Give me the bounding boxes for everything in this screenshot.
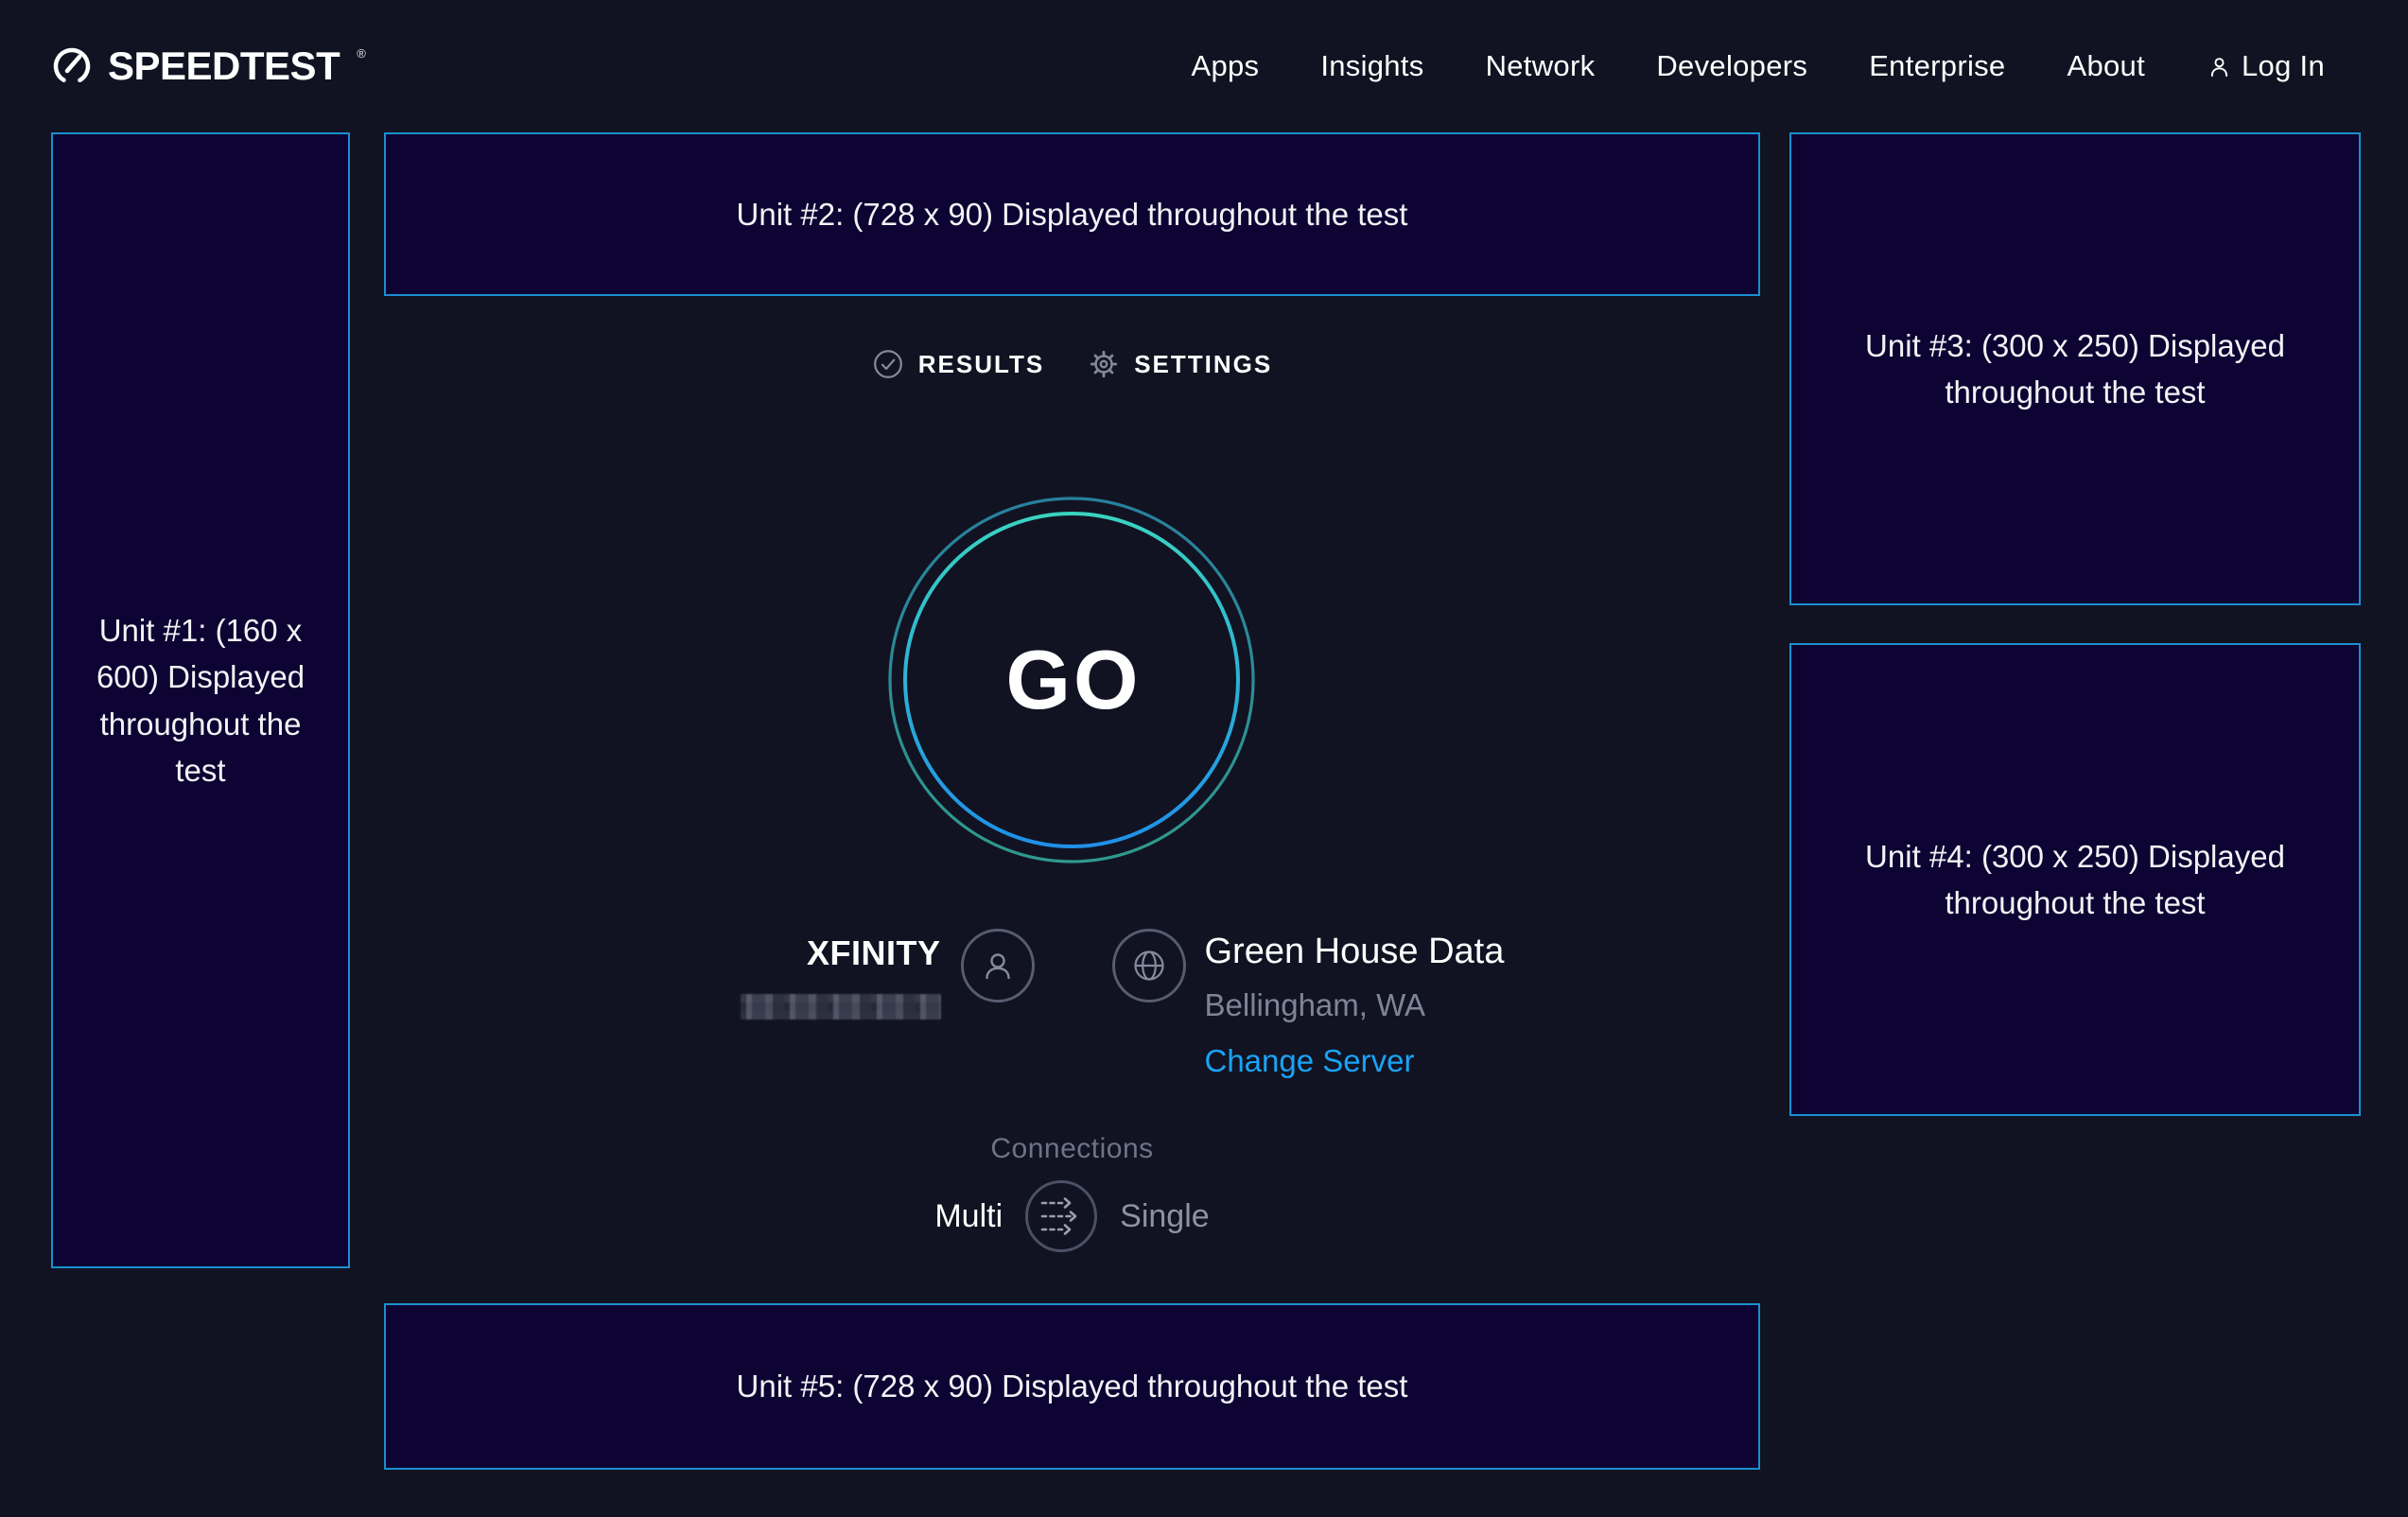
ad-text: Unit #3: (300 x 250) Displayed throughou… xyxy=(1810,323,2340,416)
redacted-ip xyxy=(741,994,941,1020)
tab-settings-label: SETTINGS xyxy=(1134,350,1272,379)
ad-text: Unit #4: (300 x 250) Displayed throughou… xyxy=(1810,833,2340,927)
connections-multi-option[interactable]: Multi xyxy=(934,1198,1003,1235)
nav-about[interactable]: About xyxy=(2067,49,2145,83)
isp-texts: XFINITY xyxy=(741,929,941,1079)
connections-single-option[interactable]: Single xyxy=(1120,1198,1210,1235)
user-icon xyxy=(2207,54,2232,79)
nav-enterprise[interactable]: Enterprise xyxy=(1869,49,2005,83)
isp-user-icon xyxy=(961,929,1035,1003)
top-nav: SPEEDTEST ® Apps Insights Network Develo… xyxy=(0,0,2408,132)
check-circle-icon xyxy=(872,348,904,380)
gear-icon xyxy=(1088,348,1120,380)
registered-mark: ® xyxy=(357,46,366,61)
tabs-row: RESULTS SETTINGS xyxy=(384,348,1760,380)
change-server-link[interactable]: Change Server xyxy=(1205,1043,1415,1079)
server-block: Green House Data Bellingham, WA Change S… xyxy=(1073,929,1761,1079)
speedtest-logo[interactable]: SPEEDTEST ® xyxy=(51,44,366,89)
tab-results[interactable]: RESULTS xyxy=(872,348,1044,380)
server-location: Bellingham, WA xyxy=(1205,987,1505,1023)
connection-info: XFINITY Green House Data Belling xyxy=(384,929,1760,1079)
nav-developers[interactable]: Developers xyxy=(1656,49,1807,83)
connections-label: Connections xyxy=(990,1133,1153,1165)
nav-apps[interactable]: Apps xyxy=(1191,49,1259,83)
ad-text: Unit #2: (728 x 90) Displayed throughout… xyxy=(737,191,1408,238)
nav-network[interactable]: Network xyxy=(1486,49,1596,83)
ad-text: Unit #1: (160 x 600) Displayed throughou… xyxy=(72,607,329,794)
nav-insights[interactable]: Insights xyxy=(1320,49,1423,83)
server-globe-icon xyxy=(1112,929,1186,1003)
ad-unit-3[interactable]: Unit #3: (300 x 250) Displayed throughou… xyxy=(1789,132,2361,605)
isp-block: XFINITY xyxy=(384,929,1073,1079)
ad-unit-4[interactable]: Unit #4: (300 x 250) Displayed throughou… xyxy=(1789,643,2361,1116)
multi-connections-icon xyxy=(1039,1196,1083,1236)
nav-login[interactable]: Log In xyxy=(2207,49,2325,83)
go-button[interactable]: GO xyxy=(887,496,1256,864)
ad-unit-1[interactable]: Unit #1: (160 x 600) Displayed throughou… xyxy=(51,132,350,1268)
tab-settings[interactable]: SETTINGS xyxy=(1088,348,1272,380)
main-nav: Apps Insights Network Developers Enterpr… xyxy=(1191,49,2325,83)
server-texts: Green House Data Bellingham, WA Change S… xyxy=(1205,929,1505,1079)
isp-name: XFINITY xyxy=(741,933,941,973)
login-label: Log In xyxy=(2242,49,2325,83)
ad-unit-5[interactable]: Unit #5: (728 x 90) Displayed throughout… xyxy=(384,1303,1760,1470)
ad-text: Unit #5: (728 x 90) Displayed throughout… xyxy=(737,1363,1408,1410)
tab-results-label: RESULTS xyxy=(918,350,1044,379)
speedtest-app: SPEEDTEST ® Apps Insights Network Develo… xyxy=(0,0,2408,1517)
connections-toggle[interactable] xyxy=(1025,1180,1097,1252)
speedtest-gauge-icon xyxy=(51,45,93,87)
server-name: Green House Data xyxy=(1205,932,1505,972)
go-label: GO xyxy=(887,496,1256,864)
connections-section: Connections Multi Single xyxy=(384,1133,1760,1252)
logo-text: SPEEDTEST xyxy=(108,44,340,89)
connections-toggle-row: Multi Single xyxy=(934,1180,1209,1252)
ad-unit-2[interactable]: Unit #2: (728 x 90) Displayed throughout… xyxy=(384,132,1760,296)
